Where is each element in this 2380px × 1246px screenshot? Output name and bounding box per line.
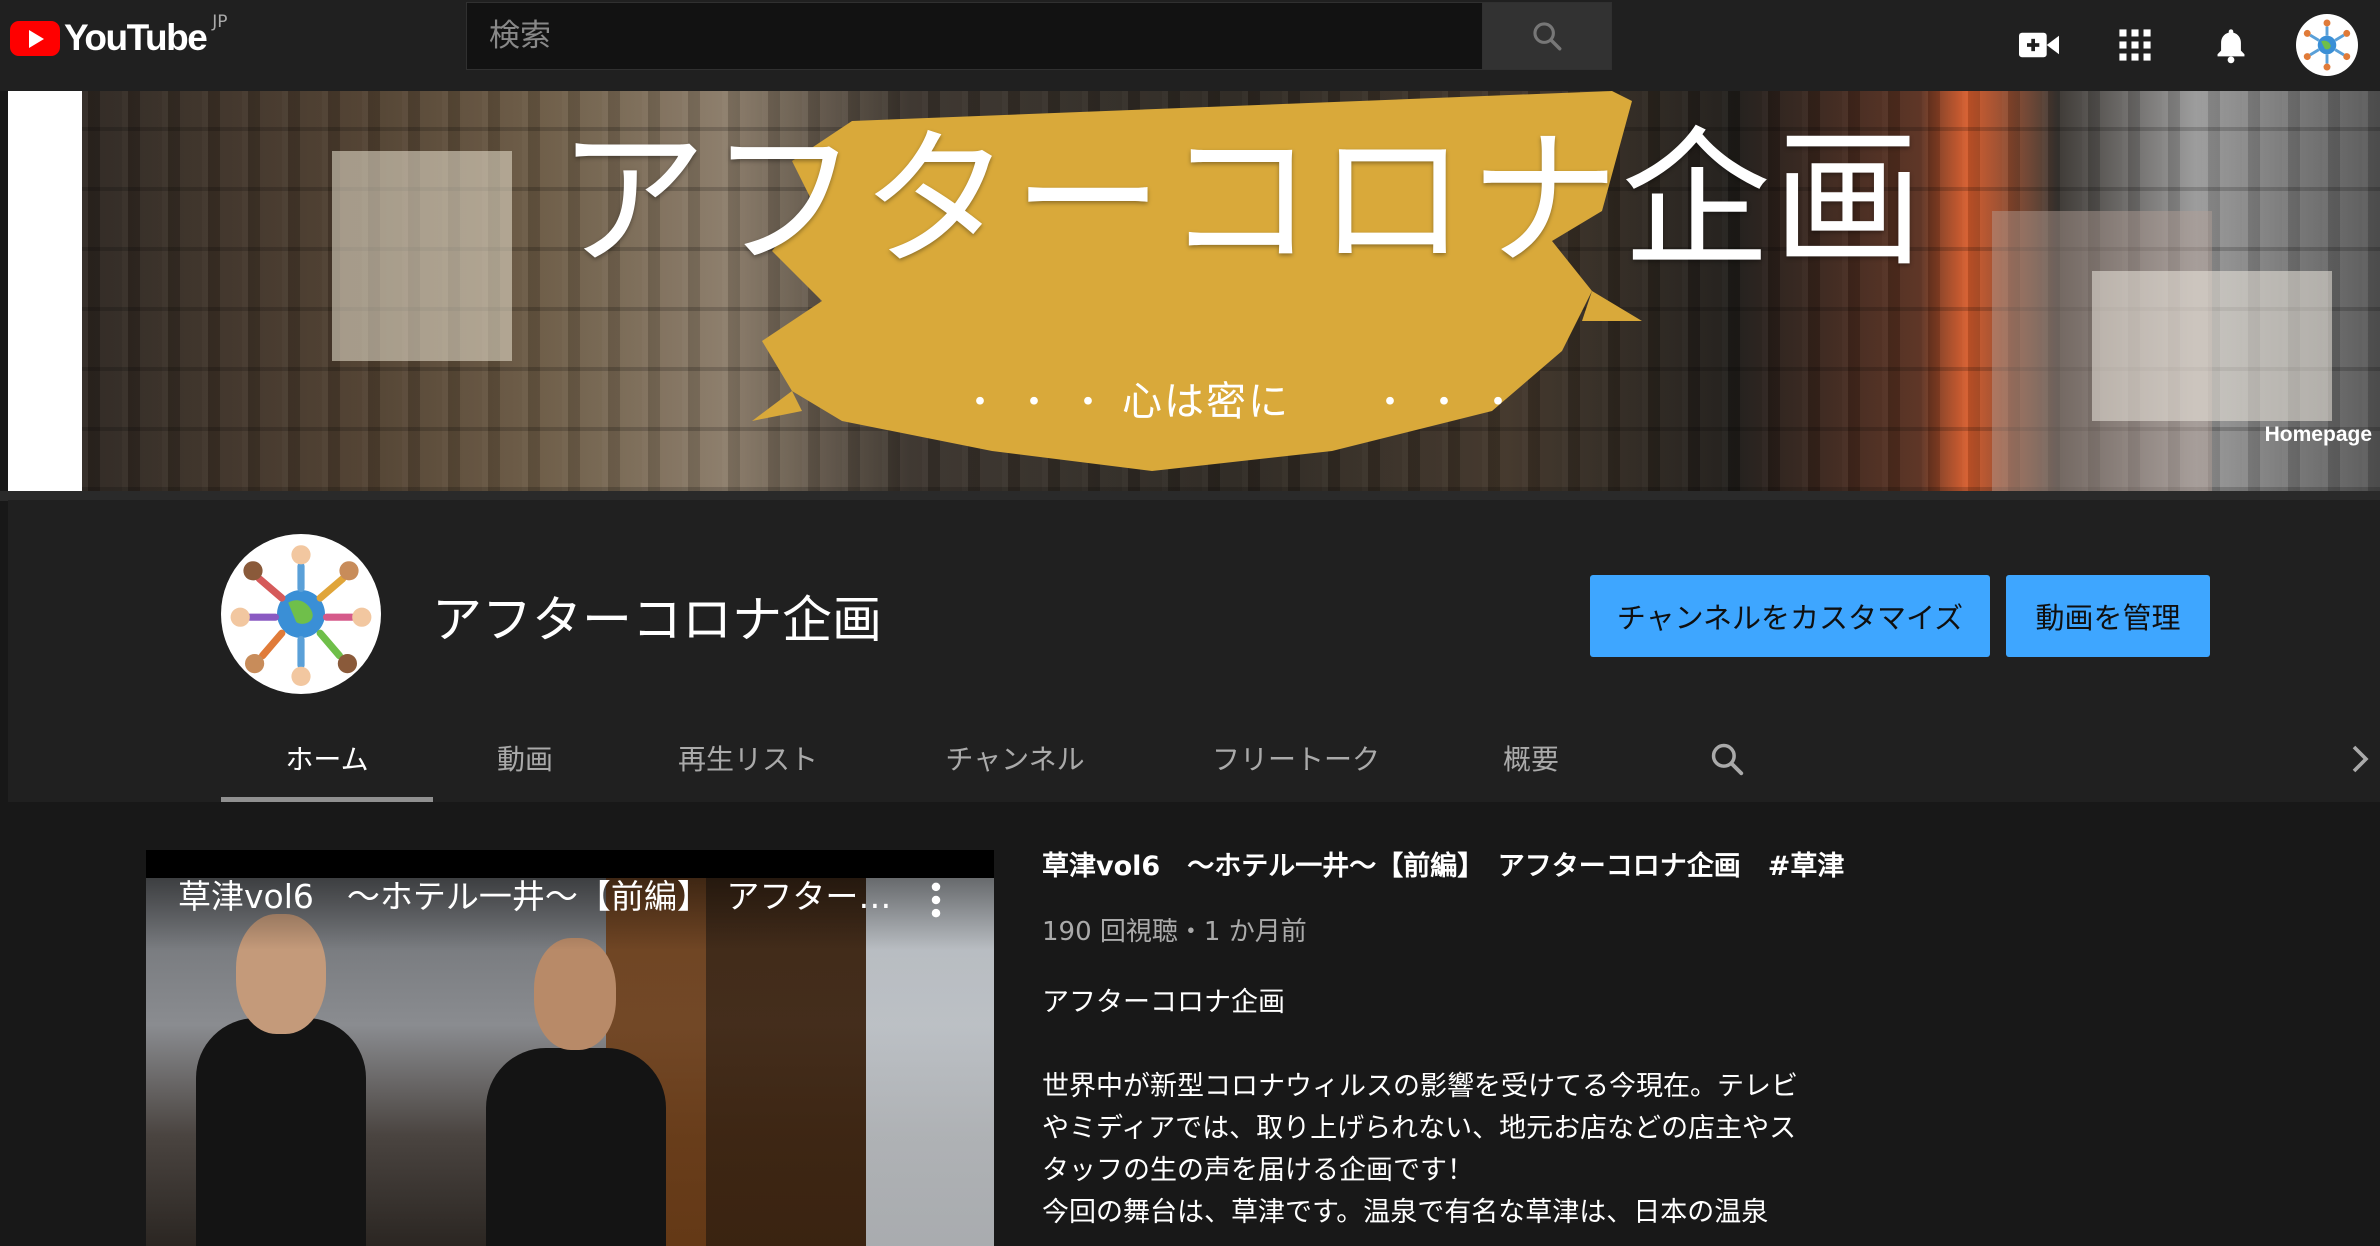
featured-section: 草津vol6 ～ホテル一井～【前編】 アフターコロナ企画 草津vol6 ～ホテル… <box>8 802 2380 1246</box>
youtube-logo[interactable]: YouTube JP <box>10 12 228 62</box>
channel-banner: アフターコロナ企画 ・・・ 心は密に ・・・ Homepage <box>8 91 2380 491</box>
banner-image: アフターコロナ企画 ・・・ 心は密に ・・・ <box>82 91 2380 491</box>
featured-video-stats: 190 回視聴・1 か月前 <box>1042 917 1307 947</box>
channel-header: アフターコロナ企画 チャンネルをカスタマイズ 動画を管理 ホーム 動画 再生リス… <box>8 500 2380 802</box>
description-line: タッフの生の声を届ける企画です！ <box>1042 1155 1474 1186</box>
description-line: 今回の舞台は、草津です。温泉で有名な草津は、日本の温泉 <box>1042 1197 1769 1228</box>
featured-video-player[interactable]: 草津vol6 ～ホテル一井～【前編】 アフターコロナ企画 <box>146 850 994 1246</box>
globe-people-icon <box>230 545 372 686</box>
search-icon <box>1533 22 1562 51</box>
player-video-title[interactable]: 草津vol6 ～ホテル一井～【前編】 アフターコロナ企画 <box>178 870 898 918</box>
tab-playlists[interactable]: 再生リスト <box>617 714 879 802</box>
chevron-right-icon <box>2352 745 2369 773</box>
banner-poster-sign <box>2092 271 2332 421</box>
channel-avatar[interactable] <box>221 534 381 694</box>
logo-region: JP <box>212 12 228 32</box>
description-line: 世界中が新型コロナウィルスの影響を受けてる今現在。テレビ <box>1042 1071 1798 1102</box>
top-bar: YouTube JP <box>0 0 2380 91</box>
banner-tagline: 心は密に <box>1122 379 1290 425</box>
top-icons <box>1974 14 2380 76</box>
tab-free-talk[interactable]: フリートーク <box>1151 714 1441 802</box>
video-menu-button[interactable] <box>906 870 966 930</box>
logo-text: YouTube <box>64 17 208 58</box>
tabs-scroll-right-button[interactable] <box>2340 730 2380 788</box>
tab-home[interactable]: ホーム <box>221 714 433 802</box>
create-video-icon <box>2019 32 2059 58</box>
notifications-icon <box>2217 29 2245 64</box>
featured-video-title[interactable]: 草津vol6 ～ホテル一井～【前編】 アフターコロナ企画 #草津 <box>1042 844 1852 883</box>
description-line: やミディアでは、取り上げられない、地元お店などの店主やス <box>1042 1113 1797 1144</box>
apps-button[interactable] <box>2104 14 2166 76</box>
globe-people-icon <box>2303 19 2351 71</box>
more-vert-icon <box>931 882 941 918</box>
person-left <box>196 1018 366 1246</box>
banner-shop-signs <box>332 151 512 361</box>
search-bar <box>466 2 1612 70</box>
search-input[interactable] <box>466 2 1483 70</box>
manage-videos-button[interactable]: 動画を管理 <box>2006 575 2210 657</box>
channel-name: アフターコロナ企画 <box>432 591 882 649</box>
channel-search-button[interactable] <box>1698 730 1756 788</box>
customize-channel-button[interactable]: チャンネルをカスタマイズ <box>1590 575 1990 657</box>
person-right <box>486 1048 666 1246</box>
banner-dots-left: ・・・ <box>962 382 1125 423</box>
featured-video-description: アフターコロナ企画 世界中が新型コロナウィルスの影響を受けてる今現在。テレビ や… <box>1042 982 1862 1234</box>
banner-title: アフターコロナ企画 <box>557 114 1926 288</box>
tab-videos[interactable]: 動画 <box>433 714 617 802</box>
notifications-button[interactable] <box>2200 14 2262 76</box>
description-heading: アフターコロナ企画 <box>1042 987 1285 1018</box>
search-button[interactable] <box>1483 2 1612 70</box>
banner-homepage-link[interactable]: Homepage <box>2265 423 2372 447</box>
banner-dots-right: ・・・ <box>1372 382 1535 423</box>
search-icon <box>1711 743 1744 776</box>
youtube-play-icon <box>10 20 60 56</box>
tab-channels[interactable]: チャンネル <box>879 714 1151 802</box>
create-video-button[interactable] <box>2008 14 2070 76</box>
featured-video-meta: 草津vol6 ～ホテル一井～【前編】 アフターコロナ企画 #草津 190 回視聴… <box>1042 844 1862 1234</box>
apps-icon <box>2119 29 2151 61</box>
tab-about[interactable]: 概要 <box>1441 714 1621 802</box>
account-avatar[interactable] <box>2296 14 2358 76</box>
channel-tabs: ホーム 動画 再生リスト チャンネル フリートーク 概要 <box>221 714 1621 802</box>
